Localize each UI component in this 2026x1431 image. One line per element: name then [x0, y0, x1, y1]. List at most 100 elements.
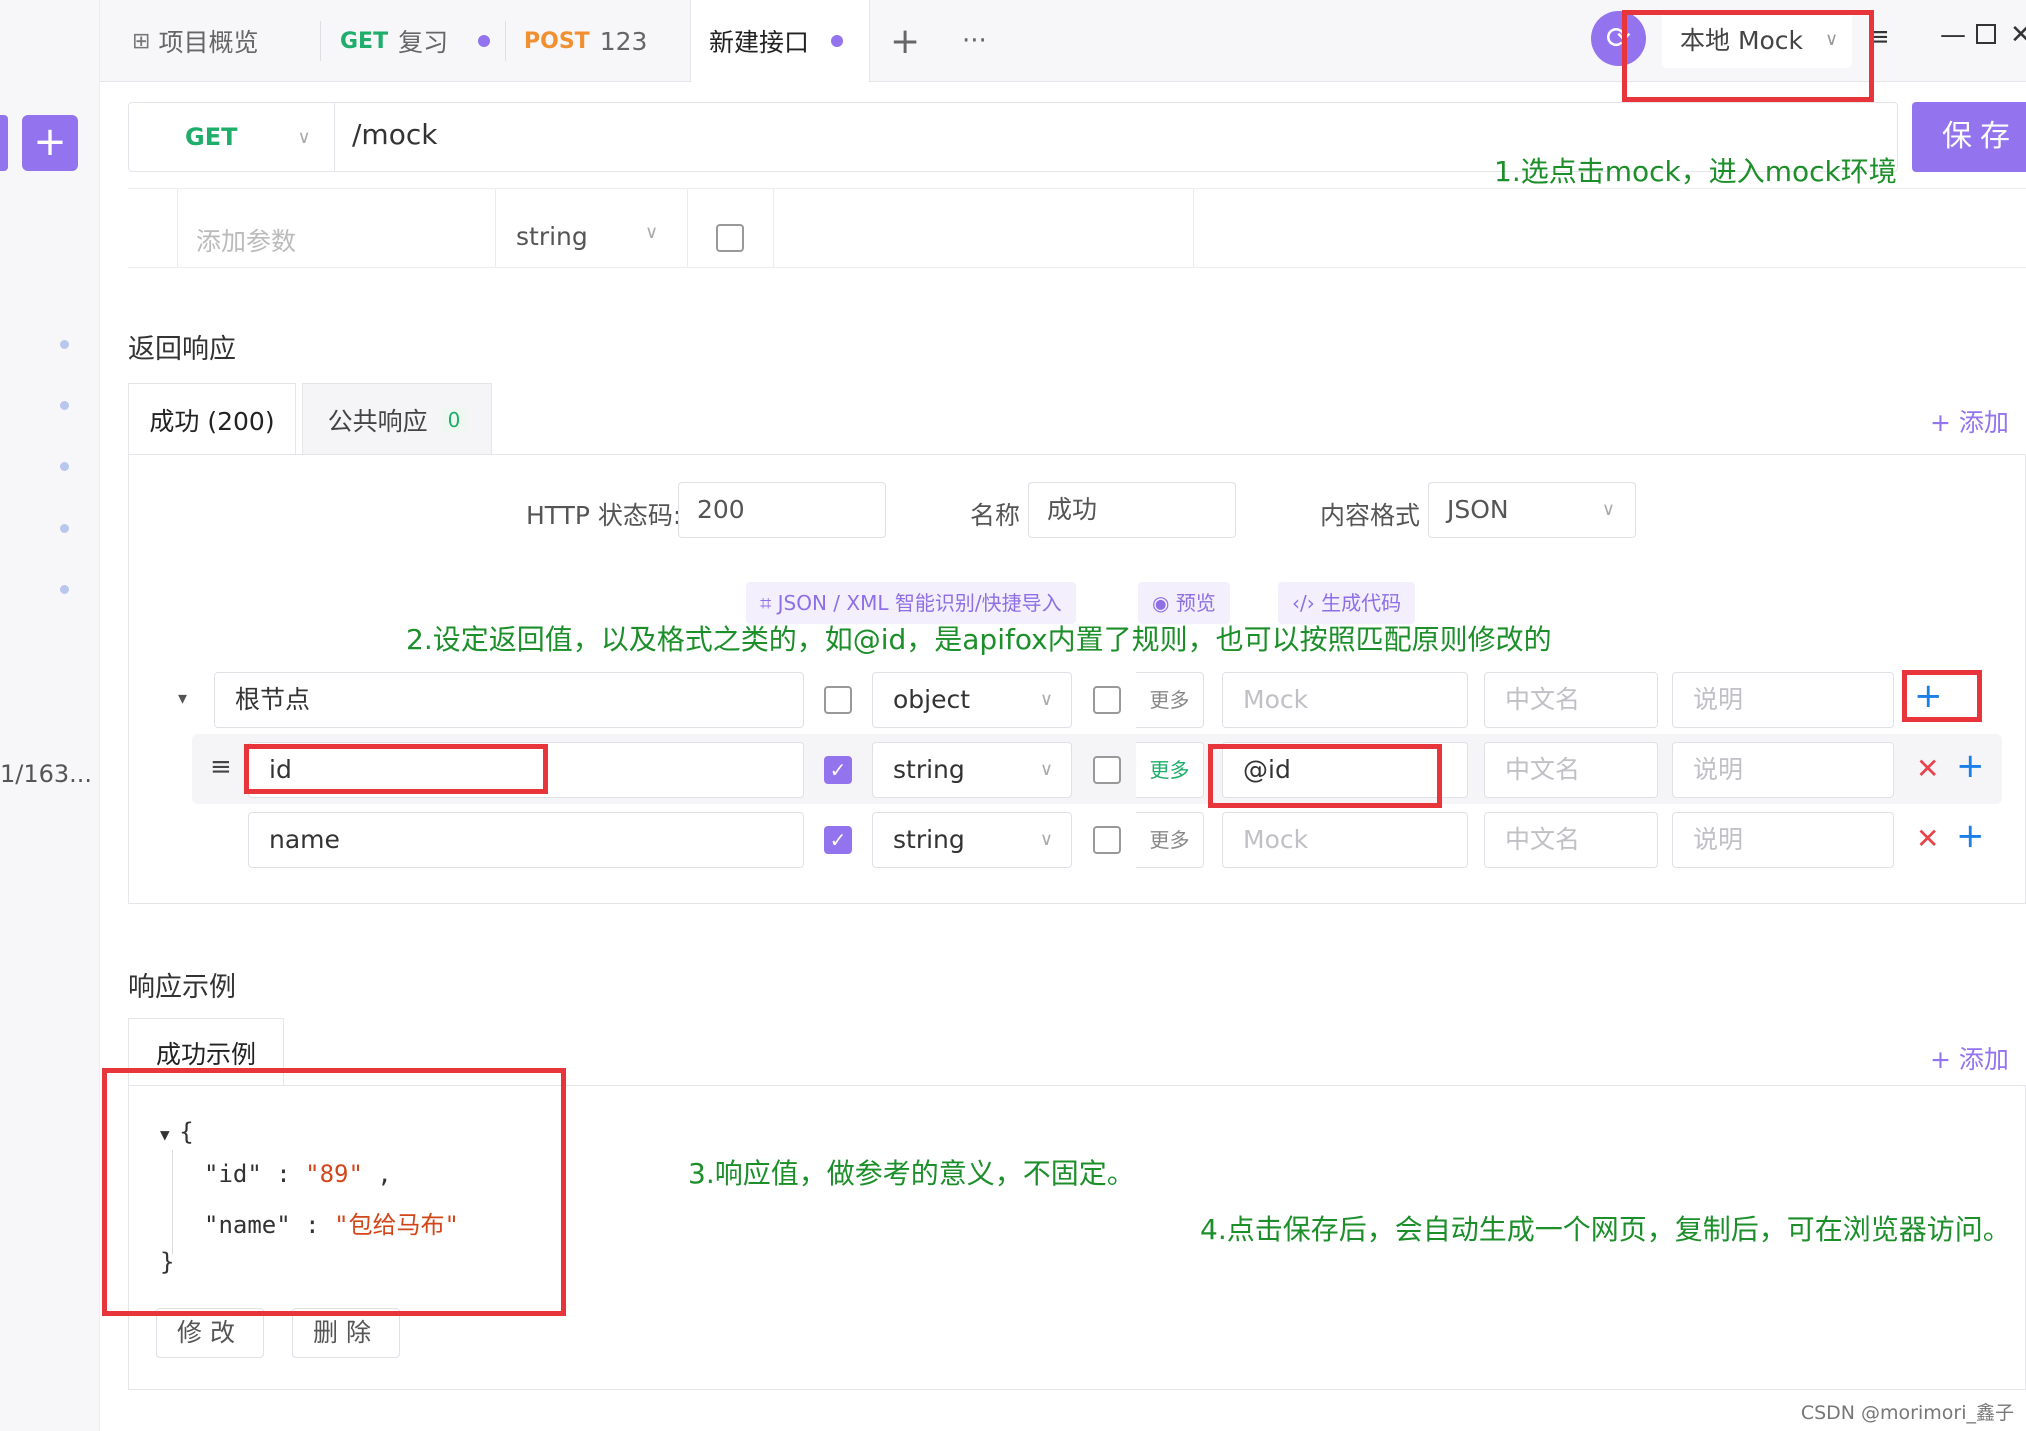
chevron-down-icon: ∨ [1039, 829, 1053, 850]
ellipsis-icon: ··· [962, 26, 987, 56]
new-item-button[interactable]: + [22, 115, 78, 171]
plus-icon: + [890, 20, 921, 62]
tab-separator [320, 21, 321, 61]
add-sibling-icon[interactable]: + [1956, 746, 1985, 786]
left-sidebar [0, 0, 100, 1431]
chevron-down-icon: ∨ [645, 222, 659, 243]
tree-dot[interactable] [60, 401, 69, 410]
collapse-triangle-icon[interactable]: ▾ [178, 688, 187, 709]
add-example-link[interactable]: + 添加 [1930, 1040, 2009, 1076]
schema-type-select[interactable]: object ∨ [872, 672, 1072, 728]
tab-post-123[interactable]: POST 123 [524, 0, 684, 82]
more-settings-button[interactable]: 更多 [1136, 672, 1204, 728]
annotation-note-2: 2.设定返回值，以及格式之类的，如@id，是apifox内置了规则，也可以按照匹… [406, 623, 1552, 656]
example-section-title: 响应示例 [128, 972, 236, 1003]
add-response-link[interactable]: + 添加 [1930, 403, 2009, 439]
add-tab-button[interactable]: + [890, 0, 920, 82]
mock-input[interactable]: Mock [1222, 672, 1468, 728]
required-checkbox[interactable]: ✓ [824, 756, 852, 784]
sidebar-truncated-label: 1/163... [0, 760, 93, 788]
tab-success-200[interactable]: 成功 (200) [128, 383, 296, 455]
required-checkbox[interactable]: ✓ [824, 826, 852, 854]
nullable-checkbox[interactable] [1093, 756, 1121, 784]
description-input[interactable]: 说明 [1672, 742, 1894, 798]
maximize-icon[interactable] [1976, 24, 1996, 44]
schema-type-select[interactable]: string ∨ [872, 812, 1072, 868]
drag-handle-icon[interactable]: ≡ [210, 752, 232, 782]
response-name-input[interactable]: 成功 [1028, 482, 1236, 538]
tree-dot[interactable] [60, 462, 69, 471]
select-value: string [893, 755, 965, 784]
param-type-select[interactable]: string [516, 222, 588, 251]
chip-label: JSON / XML 智能识别/快捷导入 [777, 591, 1062, 615]
sidebar-active-indicator [0, 115, 8, 171]
mock-input[interactable]: Mock [1222, 812, 1468, 868]
save-button[interactable]: 保存 [1912, 102, 2026, 172]
schema-type-select[interactable]: string ∨ [872, 742, 1072, 798]
tab-label: 复习 [398, 28, 449, 57]
tab-get-review[interactable]: GET 复习 [340, 0, 500, 82]
unsaved-dot [831, 35, 844, 47]
schema-field-name[interactable]: name [248, 812, 804, 868]
annotation-note-4: 4.点击保存后，会自动生成一个网页，复制后，可在浏览器访问。 [1200, 1213, 2011, 1246]
url-input[interactable]: /mock [352, 118, 437, 151]
param-name-input[interactable]: 添加参数 [196, 222, 296, 258]
method-label: GET [185, 123, 238, 151]
description-input[interactable]: 说明 [1672, 812, 1894, 868]
tab-new-endpoint[interactable]: 新建接口 [690, 0, 870, 82]
delete-row-icon[interactable]: ✕ [1916, 752, 1939, 785]
code-icon: ‹/› [1292, 591, 1322, 615]
http-status-label: HTTP 状态码: [526, 501, 682, 530]
chinese-name-input[interactable]: 中文名 [1484, 672, 1658, 728]
close-icon[interactable]: ✕ [2010, 20, 2026, 50]
annotation-box-mock [1208, 744, 1442, 808]
description-input[interactable]: 说明 [1672, 672, 1894, 728]
grid-icon: ⊞ [132, 28, 151, 54]
chip-label: 预览 [1175, 591, 1216, 615]
nullable-checkbox[interactable] [1093, 826, 1121, 854]
tree-dot[interactable] [60, 585, 69, 594]
http-status-input[interactable]: 200 [678, 482, 886, 538]
annotation-box-add [1902, 670, 1982, 722]
required-checkbox[interactable] [824, 686, 852, 714]
tab-separator [505, 21, 506, 61]
more-settings-button[interactable]: 更多 [1136, 812, 1204, 868]
minimize-icon[interactable]: — [1940, 20, 1966, 50]
name-label: 名称 [970, 501, 1021, 530]
annotation-box-env [1622, 10, 1874, 102]
select-value: object [893, 685, 971, 714]
annotation-box-id [244, 744, 548, 794]
param-required-checkbox[interactable] [716, 224, 744, 252]
tab-label: 项目概览 [158, 28, 259, 57]
method-badge: GET [340, 28, 389, 54]
method-select[interactable]: GET ∨ [128, 102, 335, 172]
nullable-checkbox[interactable] [1093, 686, 1121, 714]
schema-field-name[interactable]: 根节点 [214, 672, 804, 728]
tree-dot[interactable] [60, 340, 69, 349]
chevron-down-icon: ∨ [1039, 759, 1053, 780]
eye-icon: ◉ [1152, 591, 1176, 615]
add-sibling-icon[interactable]: + [1956, 816, 1985, 856]
tab-public-response[interactable]: 公共响应 0 [302, 383, 492, 455]
watermark-credit: CSDN @morimori_鑫子 [1800, 1402, 2014, 1424]
content-format-select[interactable]: JSON ∨ [1428, 482, 1636, 538]
tree-dot[interactable] [60, 524, 69, 533]
more-tabs-button[interactable]: ··· [962, 0, 987, 82]
tab-label: 123 [599, 26, 648, 56]
select-value: JSON [1447, 495, 1509, 524]
annotation-note-1: 1.选点击mock，进入mock环境 [1494, 155, 1897, 188]
response-section-title: 返回响应 [128, 334, 236, 365]
content-format-label: 内容格式 [1320, 501, 1421, 530]
chinese-name-input[interactable]: 中文名 [1484, 812, 1658, 868]
params-cell [128, 188, 178, 268]
scan-icon: ⌗ [760, 591, 778, 615]
more-settings-button[interactable]: 更多 [1136, 742, 1204, 798]
chip-label: 生成代码 [1321, 591, 1402, 615]
tab-overview[interactable]: ⊞ 项目概览 [132, 0, 322, 82]
delete-row-icon[interactable]: ✕ [1916, 822, 1939, 855]
chevron-down-icon: ∨ [297, 126, 311, 148]
chevron-down-icon: ∨ [1039, 689, 1053, 710]
tab-label: 成功 (200) [149, 406, 275, 436]
chinese-name-input[interactable]: 中文名 [1484, 742, 1658, 798]
select-value: string [893, 825, 965, 854]
